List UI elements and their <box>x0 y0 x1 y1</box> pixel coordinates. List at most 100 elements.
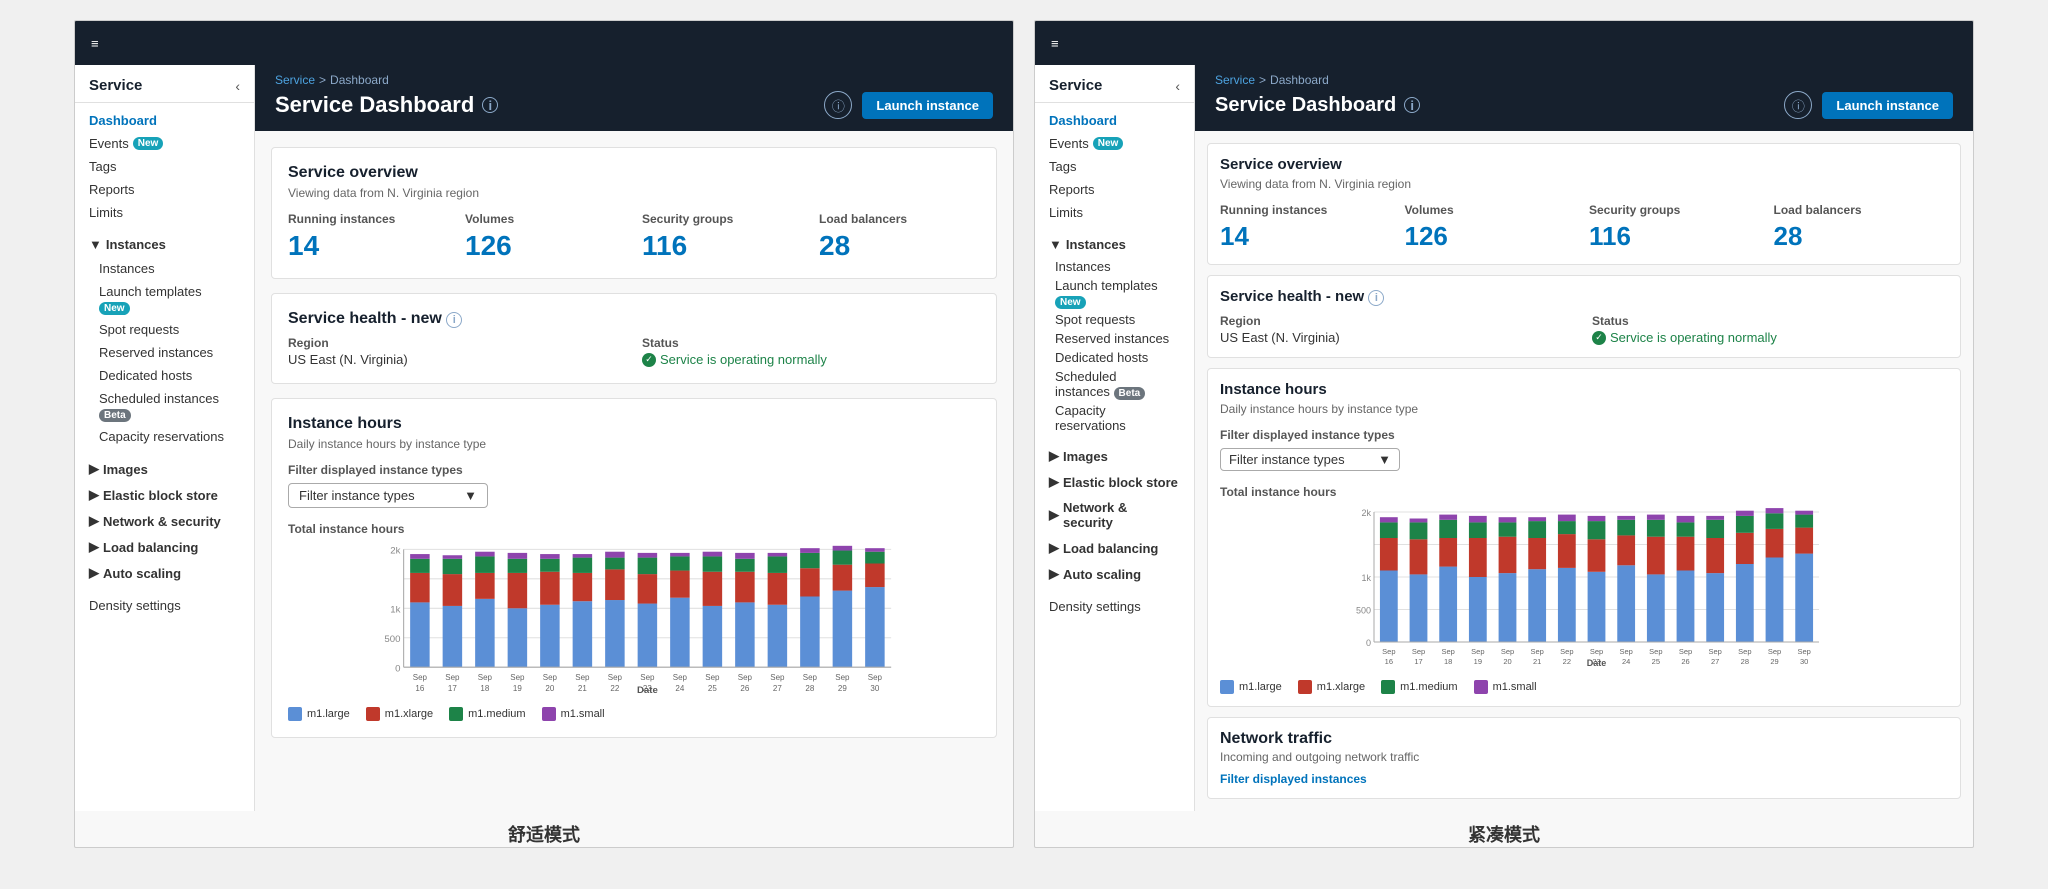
health-info-icon[interactable]: i <box>446 312 462 328</box>
breadcrumb-service[interactable]: Service <box>1215 73 1255 87</box>
svg-text:500: 500 <box>384 634 400 645</box>
svg-text:Sep: Sep <box>1412 647 1425 656</box>
stat-value-3: 28 <box>819 230 980 262</box>
legend-small: m1.small <box>542 707 605 721</box>
service-health-card: Service health - new i Region US East (N… <box>1207 275 1961 358</box>
sidebar-item-reports[interactable]: Reports <box>1035 178 1194 201</box>
launch-templates-badge: New <box>99 302 130 315</box>
launch-instance-button[interactable]: Launch instance <box>862 92 993 119</box>
breadcrumb-page: Dashboard <box>1270 73 1329 87</box>
sidebar-item-launch-templates[interactable]: Launch templates New <box>75 280 254 318</box>
svg-text:28: 28 <box>1741 657 1749 666</box>
header-actions: ⓘ Launch instance <box>1784 91 1953 119</box>
filter-instances-link[interactable]: Filter displayed instances <box>1220 772 1948 786</box>
events-new-badge: New <box>1093 137 1124 150</box>
filter-select[interactable]: Filter instance types ▼ <box>288 483 488 508</box>
top-bar: ≡ <box>1035 21 1973 65</box>
instances-arrow: ▼ <box>1049 237 1062 252</box>
svg-text:Sep: Sep <box>1441 647 1454 656</box>
svg-text:Sep: Sep <box>510 673 525 682</box>
breadcrumb: Service > Dashboard <box>275 73 993 87</box>
health-region-value: US East (N. Virginia) <box>288 352 626 367</box>
sidebar-item-dashboard[interactable]: Dashboard <box>1035 109 1194 132</box>
sidebar-item-spot-requests[interactable]: Spot requests <box>75 318 254 341</box>
sidebar-section-instances[interactable]: ▼ Instances <box>75 232 254 257</box>
sidebar-section-ebs[interactable]: ▶ Elastic block store <box>75 482 254 508</box>
title-info-icon[interactable]: i <box>1404 97 1420 113</box>
legend-small: m1.small <box>1474 680 1537 694</box>
header-info-button[interactable]: ⓘ <box>824 91 852 119</box>
sidebar-item-tags[interactable]: Tags <box>75 155 254 178</box>
legend-xlarge-color <box>366 707 380 721</box>
sidebar-item-scheduled[interactable]: Scheduled instances Beta <box>1035 367 1194 401</box>
sidebar-section-autoscaling[interactable]: ▶ Auto scaling <box>75 560 254 586</box>
svg-text:Sep: Sep <box>673 673 688 682</box>
legend-xlarge-label: m1.xlarge <box>385 708 433 720</box>
sidebar-section-images[interactable]: ▶ Images <box>1035 443 1194 469</box>
sidebar-item-scheduled[interactable]: Scheduled instances Beta <box>75 387 254 425</box>
sidebar-collapse-button[interactable]: ‹ <box>1175 78 1180 94</box>
svg-text:0: 0 <box>1366 638 1371 648</box>
svg-text:Sep: Sep <box>738 673 753 682</box>
svg-text:Sep: Sep <box>608 673 623 682</box>
health-info-icon[interactable]: i <box>1368 290 1384 306</box>
breadcrumb-service[interactable]: Service <box>275 73 315 87</box>
sidebar-section-network[interactable]: ▶ Network & security <box>75 508 254 534</box>
sidebar-collapse-button[interactable]: ‹ <box>235 78 240 94</box>
legend-small-label: m1.small <box>1493 681 1537 693</box>
svg-text:29: 29 <box>838 684 847 693</box>
sidebar-item-dedicated[interactable]: Dedicated hosts <box>75 364 254 387</box>
stat-label-0: Running instances <box>1220 203 1395 217</box>
sidebar-item-events[interactable]: Events New <box>75 132 254 155</box>
sidebar-section-autoscaling[interactable]: ▶ Auto scaling <box>1035 561 1194 587</box>
svg-text:Sep: Sep <box>1560 647 1573 656</box>
content-header: Service > Dashboard Service Dashboard i … <box>1195 65 1973 131</box>
sidebar-item-tags[interactable]: Tags <box>1035 155 1194 178</box>
sidebar-item-density[interactable]: Density settings <box>75 594 254 617</box>
svg-text:24: 24 <box>675 684 684 693</box>
svg-text:Sep: Sep <box>1797 647 1810 656</box>
sidebar-item-events[interactable]: Events New <box>1035 132 1194 155</box>
svg-text:28: 28 <box>805 684 814 693</box>
sidebar-item-dashboard[interactable]: Dashboard <box>75 109 254 132</box>
sidebar-item-spot-requests[interactable]: Spot requests <box>1035 310 1194 329</box>
sidebar-item-instances[interactable]: Instances <box>1035 257 1194 276</box>
chart-legend: m1.large m1.xlarge m1.medium <box>288 707 980 721</box>
health-region-value: US East (N. Virginia) <box>1220 330 1576 345</box>
sidebar: Service ‹ Dashboard Events New Tags Repo… <box>75 65 255 811</box>
top-bar-logo: ≡ <box>1051 36 1059 51</box>
sidebar-section-lb[interactable]: ▶ Load balancing <box>75 534 254 560</box>
sidebar-item-instances[interactable]: Instances <box>75 257 254 280</box>
sidebar-item-capacity[interactable]: Capacity reservations <box>75 425 254 448</box>
sidebar-item-dedicated[interactable]: Dedicated hosts <box>1035 348 1194 367</box>
sidebar-item-density[interactable]: Density settings <box>1035 595 1194 618</box>
svg-text:27: 27 <box>773 684 782 693</box>
svg-text:Sep: Sep <box>1708 647 1721 656</box>
sidebar-item-reserved[interactable]: Reserved instances <box>1035 329 1194 348</box>
filter-select[interactable]: Filter instance types ▼ <box>1220 448 1400 471</box>
svg-text:Sep: Sep <box>445 673 460 682</box>
sidebar-item-limits[interactable]: Limits <box>75 201 254 224</box>
sidebar-item-capacity[interactable]: Capacity reservations <box>1035 401 1194 435</box>
sidebar-item-launch-templates[interactable]: Launch templates New <box>1035 276 1194 310</box>
sidebar-item-reserved[interactable]: Reserved instances <box>75 341 254 364</box>
svg-text:27: 27 <box>1711 657 1719 666</box>
health-title: Service health - new i <box>288 310 980 328</box>
sidebar-section-lb[interactable]: ▶ Load balancing <box>1035 535 1194 561</box>
sidebar-section-ebs[interactable]: ▶ Elastic block store <box>1035 469 1194 495</box>
sidebar-section-instances[interactable]: ▼ Instances <box>1035 232 1194 257</box>
svg-text:Date: Date <box>637 685 659 694</box>
title-info-icon[interactable]: i <box>482 97 498 113</box>
sidebar-section-images[interactable]: ▶ Images <box>75 456 254 482</box>
svg-text:19: 19 <box>513 684 522 693</box>
sidebar-item-limits[interactable]: Limits <box>1035 201 1194 224</box>
stat-value-0: 14 <box>1220 221 1395 252</box>
breadcrumb-separator: > <box>1259 73 1266 87</box>
svg-text:30: 30 <box>1800 657 1808 666</box>
svg-text:Sep: Sep <box>1530 647 1543 656</box>
sidebar-section-network[interactable]: ▶ Network & security <box>1035 495 1194 535</box>
sidebar-item-reports[interactable]: Reports <box>75 178 254 201</box>
header-info-button[interactable]: ⓘ <box>1784 91 1812 119</box>
legend-xlarge-label: m1.xlarge <box>1317 681 1365 693</box>
launch-instance-button[interactable]: Launch instance <box>1822 92 1953 119</box>
